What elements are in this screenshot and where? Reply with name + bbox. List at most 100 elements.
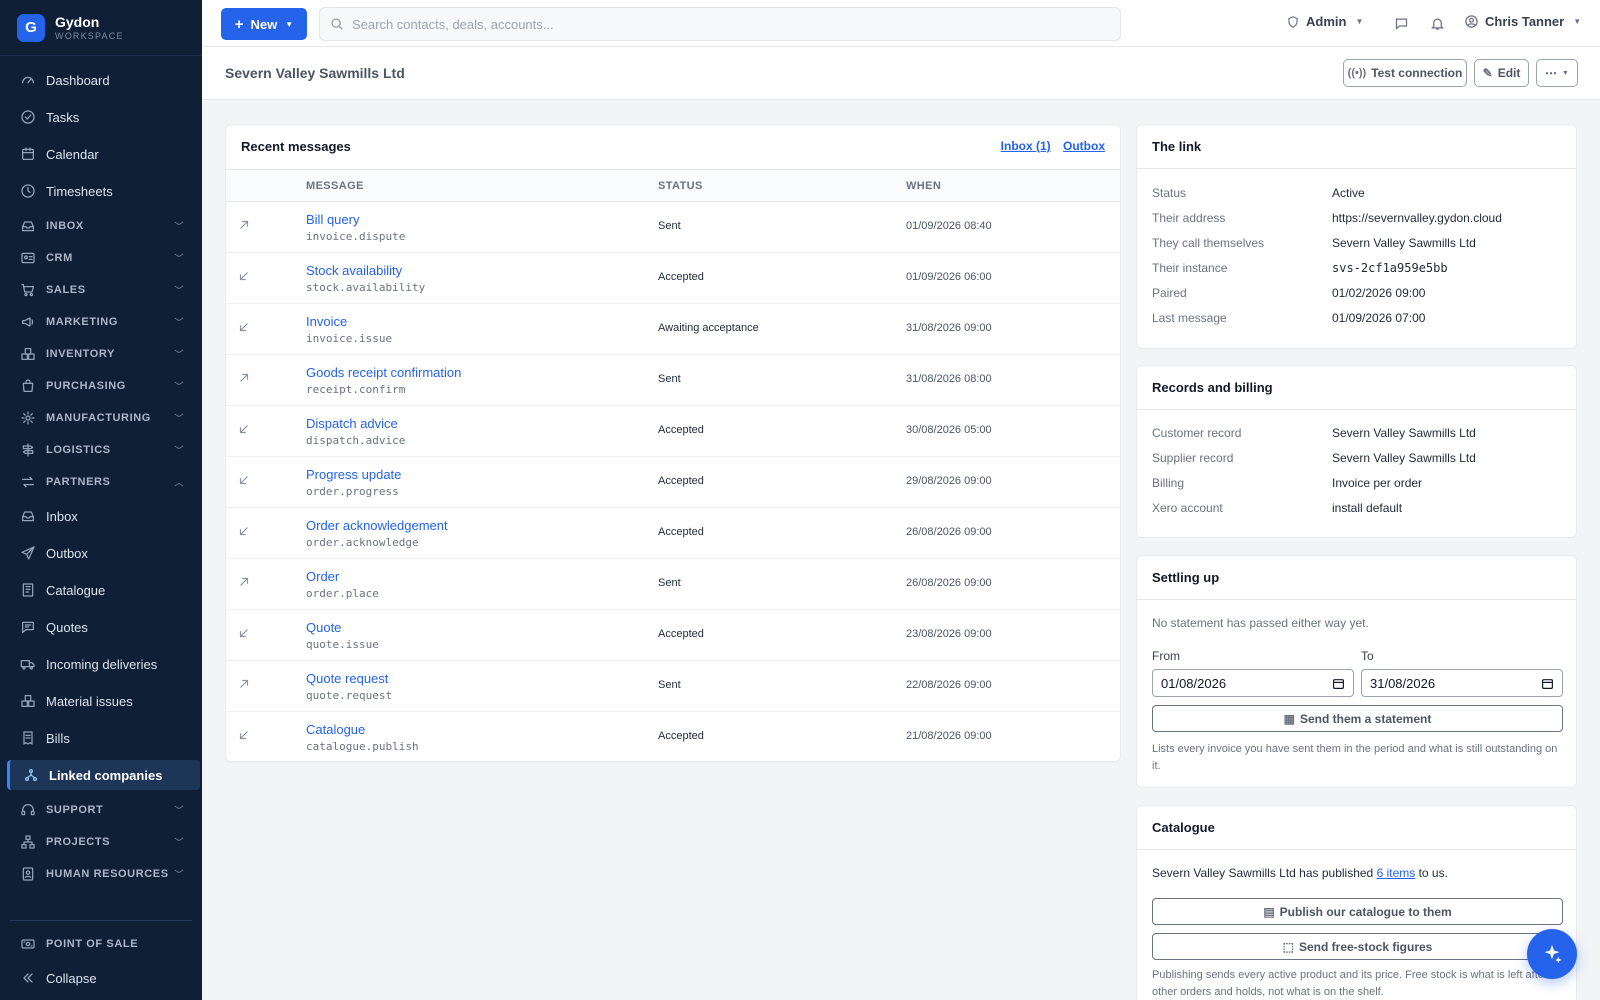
message-name-link[interactable]: Quote request (306, 671, 388, 686)
message-name-link[interactable]: Bill query (306, 212, 359, 227)
sidebar-item-point-of-sale[interactable]: POINT OF SALE (0, 931, 202, 957)
message-name-link[interactable]: Goods receipt confirmation (306, 365, 461, 380)
field-value: https://severnvalley.gydon.cloud (1332, 211, 1502, 225)
caret-down-icon: ▼ (285, 19, 294, 29)
message-name-link[interactable]: Invoice (306, 314, 347, 329)
table-row[interactable]: Progress update order.progress Accepted 29/… (226, 457, 1120, 508)
sidebar-item-label: PURCHASING (46, 380, 126, 392)
column-header-when: WHEN (906, 180, 942, 192)
sidebar-item-material-issues[interactable]: Material issues (0, 686, 202, 716)
sidebar-item-calendar[interactable]: Calendar (0, 139, 202, 169)
book-icon (19, 581, 37, 599)
send-free-stock-button[interactable]: ⬚ Send free-stock figures (1152, 933, 1563, 960)
message-status: Accepted (658, 730, 704, 742)
sidebar-item-inbox[interactable]: INBOX ﹀ (0, 213, 202, 239)
sidebar-item-label: CRM (46, 252, 73, 264)
sidebar-item-collapse[interactable]: Collapse (0, 963, 202, 993)
sidebar-item-timesheets[interactable]: Timesheets (0, 176, 202, 206)
field-label: They call themselves (1152, 236, 1265, 250)
sidebar-item-inbox[interactable]: Inbox (0, 501, 202, 531)
search-input[interactable] (352, 16, 1052, 32)
topbar: + New ▼ Admin ▼ Chris Tanner ▼ (202, 0, 1600, 47)
sidebar-item-label: Outbox (46, 545, 88, 561)
page-title: Severn Valley Sawmills Ltd (225, 65, 405, 81)
admin-menu[interactable]: Admin ▼ (1286, 14, 1363, 29)
statement-help: Lists every invoice you have sent them i… (1152, 743, 1558, 772)
message-name-link[interactable]: Stock availability (306, 263, 402, 278)
sidebar-item-support[interactable]: SUPPORT ﹀ (0, 797, 202, 823)
bell-icon[interactable] (1428, 14, 1446, 32)
user-menu[interactable]: Chris Tanner ▼ (1464, 14, 1581, 29)
sidebar-item-label: Bills (46, 730, 70, 746)
sidebar-item-crm[interactable]: CRM ﹀ (0, 245, 202, 271)
new-button[interactable]: + New ▼ (221, 8, 307, 40)
sidebar-item-marketing[interactable]: MARKETING ﹀ (0, 309, 202, 335)
to-date-input[interactable]: 31/08/2026 (1361, 669, 1563, 697)
sidebar-item-bills[interactable]: Bills (0, 723, 202, 753)
test-connection-button[interactable]: ((•)) Test connection (1343, 59, 1467, 87)
table-row[interactable]: Bill query invoice.dispute Sent 01/09/2026 … (226, 202, 1120, 253)
table-row[interactable]: Quote request quote.request Sent 22/08/2026… (226, 661, 1120, 712)
table-row[interactable]: Dispatch advice dispatch.advice Accepted 30… (226, 406, 1120, 457)
message-name-link[interactable]: Order acknowledgement (306, 518, 448, 533)
sidebar-item-quotes[interactable]: Quotes (0, 612, 202, 642)
brand[interactable]: G Gydon WORKSPACE (0, 0, 202, 56)
message-name-link[interactable]: Order (306, 569, 339, 584)
publish-catalogue-button[interactable]: ▤ Publish our catalogue to them (1152, 898, 1563, 925)
table-row[interactable]: Invoice invoice.issue Awaiting acceptance 3… (226, 304, 1120, 355)
table-row[interactable]: Order acknowledgement order.acknowledge Ac… (226, 508, 1120, 559)
sidebar-item-manufacturing[interactable]: MANUFACTURING ﹀ (0, 405, 202, 431)
message-when: 26/08/2026 09:00 (906, 577, 992, 589)
catalogue-card: Catalogue Severn Valley Sawmills Ltd has… (1136, 805, 1577, 1000)
sidebar-item-partners[interactable]: PARTNERS ︿ (0, 469, 202, 495)
assistant-fab[interactable] (1527, 929, 1577, 979)
sidebar-item-label: SUPPORT (46, 804, 104, 816)
table-row[interactable]: Quote quote.issue Accepted 23/08/2026 09:00 (226, 610, 1120, 661)
recent-messages-card: Recent messages Inbox (1) Outbox MESSAGE… (225, 124, 1121, 763)
chevron-down-icon: ﹀ (174, 837, 184, 848)
arrow-down-left-icon (237, 626, 251, 640)
catalogue-items-link[interactable]: 6 items (1377, 866, 1416, 880)
arrow-up-right-icon (237, 371, 251, 385)
message-name-link[interactable]: Progress update (306, 467, 401, 482)
message-name-link[interactable]: Catalogue (306, 722, 365, 737)
inbox-icon (19, 507, 37, 525)
sidebar-item-label: INBOX (46, 220, 84, 232)
pencil-icon: ✎ (1482, 66, 1493, 80)
sidebar-item-linked-companies[interactable]: Linked companies (7, 760, 200, 790)
sidebar-item-sales[interactable]: SALES ﹀ (0, 277, 202, 303)
more-actions-button[interactable]: ⋯ ▼ (1536, 59, 1578, 87)
sidebar-item-projects[interactable]: PROJECTS ﹀ (0, 829, 202, 855)
sidebar-item-inventory[interactable]: INVENTORY ﹀ (0, 341, 202, 367)
edit-button[interactable]: ✎ Edit (1474, 59, 1529, 87)
from-date-value: 01/08/2026 (1161, 675, 1227, 691)
sidebar-item-catalogue[interactable]: Catalogue (0, 575, 202, 605)
message-name-link[interactable]: Dispatch advice (306, 416, 398, 431)
send-statement-button[interactable]: ▦ Send them a statement (1152, 705, 1563, 732)
outbox-link[interactable]: Outbox (1063, 139, 1105, 153)
sidebar-item-label: PROJECTS (46, 836, 111, 848)
table-row[interactable]: Order order.place Sent 26/08/2026 09:00 (226, 559, 1120, 610)
brand-sub: WORKSPACE (55, 30, 124, 41)
table-row[interactable]: Goods receipt confirmation receipt.confir… (226, 355, 1120, 406)
sidebar-item-human-resources[interactable]: HUMAN RESOURCES ﹀ (0, 861, 202, 887)
sidebar-item-purchasing[interactable]: PURCHASING ﹀ (0, 373, 202, 399)
contact-card-icon (19, 249, 37, 267)
inbox-link[interactable]: Inbox (1) (1001, 139, 1051, 153)
from-date-input[interactable]: 01/08/2026 (1152, 669, 1354, 697)
message-name-link[interactable]: Quote (306, 620, 341, 635)
sidebar-item-tasks[interactable]: Tasks (0, 102, 202, 132)
table-row[interactable]: Catalogue catalogue.publish Accepted 21/08/… (226, 712, 1120, 763)
sidebar-item-incoming-deliveries[interactable]: Incoming deliveries (0, 649, 202, 679)
sidebar-item-dashboard[interactable]: Dashboard (0, 65, 202, 95)
sidebar-item-label: Timesheets (46, 183, 113, 199)
field-label: Customer record (1152, 426, 1242, 440)
card-divider (1137, 168, 1576, 169)
send-free-stock-label: Send free-stock figures (1298, 939, 1433, 954)
table-row[interactable]: Stock availability stock.availability Acce… (226, 253, 1120, 304)
chat-icon[interactable] (1392, 14, 1410, 32)
global-search[interactable] (319, 7, 1121, 41)
sidebar-item-logistics[interactable]: LOGISTICS ﹀ (0, 437, 202, 463)
arrow-up-right-icon (237, 575, 251, 589)
sidebar-item-outbox[interactable]: Outbox (0, 538, 202, 568)
